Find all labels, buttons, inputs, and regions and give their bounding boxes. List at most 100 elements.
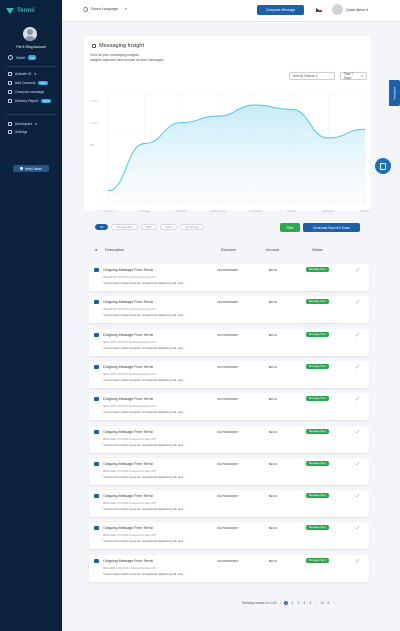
expand-icon[interactable]: ⤢ (356, 525, 359, 530)
pagination-summary: Showing results for 1-10 (242, 601, 277, 605)
prev-page-button[interactable]: ‹ (278, 601, 282, 605)
row-amount: ₦0.00 (269, 494, 278, 499)
sidebar-item-activate-id[interactable]: Activate ID ▾ (8, 72, 36, 76)
insight-title: Messaging Insight (92, 43, 144, 49)
status-badge: Message Sent (306, 331, 329, 337)
account-avatar[interactable] (23, 27, 37, 41)
flag-icon[interactable] (316, 8, 322, 12)
sort-select-label: Sort by Volume (293, 74, 315, 78)
row-title: Outgoing Message From Termii (103, 526, 154, 531)
sidebar-item-label: Delivery Report (15, 99, 39, 103)
sidebar-divider (6, 66, 56, 67)
contacts-icon (8, 81, 12, 85)
page-5[interactable]: 5 (308, 601, 312, 605)
code-icon (8, 122, 12, 126)
page-4[interactable]: 4 (302, 601, 306, 605)
row-amount: ₦0.00 (269, 461, 278, 466)
expand-icon[interactable]: ⤢ (356, 461, 359, 466)
tab-sms[interactable]: SMS (140, 224, 158, 230)
table-row[interactable]: Outgoing Message From Termii 08/11/2020 1… (89, 490, 369, 518)
filter-button[interactable]: Filter (280, 223, 300, 232)
new-badge: New (41, 99, 51, 103)
table-row[interactable]: Outgoing Message From Termii 08/11/2020 1… (89, 393, 369, 421)
tab-all[interactable]: All (95, 224, 109, 230)
row-amount: ₦0.00 (269, 429, 278, 434)
row-body: "Lorem ipsum dolor sit amet, consectetur… (103, 345, 186, 350)
row-meta: 08/11/2020 15:00:00 Channel Number API (103, 565, 156, 570)
sidebar: Termii Pet & Ring Account Wallet NA Acti… (0, 0, 62, 631)
select-all-radio[interactable]: ● (95, 248, 97, 252)
tab-whatsapp[interactable]: WhatsApp (180, 224, 205, 230)
row-meta: 08/11/2020 15:00:00 Channel Number API (103, 275, 156, 279)
table-row[interactable]: Outgoing Message From Termii 08/11/2020 1… (89, 296, 369, 324)
table-row[interactable]: Outgoing Message From Termii 08/11/2020 1… (89, 425, 369, 453)
expand-icon[interactable]: ⤢ (356, 267, 359, 272)
insight-chart: 2,000 1,000 500 Sunday Monday Tuesday Wednesd… (90, 93, 369, 213)
table-row[interactable]: Outgoing Message From Termii 08/11/2020 1… (89, 360, 369, 388)
sidebar-item-delivery-report[interactable]: Delivery Report New (8, 99, 51, 103)
quick-menu[interactable]: Quick Menu ▾ (346, 8, 368, 12)
chevron-down-icon[interactable]: ▾ (125, 7, 127, 11)
tab-number-api[interactable]: Number API (111, 224, 138, 230)
table-row[interactable]: Outgoing Message From Termii 08/11/2020 1… (89, 522, 369, 550)
next-page-button[interactable]: › (332, 601, 336, 605)
table-row[interactable]: Outgoing Message From Termii 08/11/2020 1… (89, 457, 369, 485)
download-excel-button[interactable]: Download Report in Excel (303, 223, 360, 232)
sidebar-item-label: Compose message (15, 90, 45, 94)
chat-button[interactable] (375, 158, 391, 174)
area-series-fill (108, 105, 365, 204)
row-receiver: 2347089000867 (217, 364, 239, 369)
row-receiver: 2347089000867 (217, 429, 239, 434)
row-title: Outgoing Message From Termii (103, 494, 154, 499)
expand-icon[interactable]: ⤢ (356, 396, 359, 401)
sidebar-item-add-contacts[interactable]: Add Contacts New (8, 81, 48, 85)
date-range-select[interactable]: Past 7 Days ▾ (340, 72, 367, 80)
sidebar-item-developers[interactable]: Developers ▾ (8, 122, 37, 126)
expand-icon[interactable]: ⤢ (356, 364, 359, 369)
compose-message-button[interactable]: Compose Message (257, 5, 304, 15)
page-3[interactable]: 3 (296, 601, 300, 605)
table-row[interactable]: Outgoing Message From Termii 08/11/2020 1… (89, 328, 369, 356)
wallet-icon (8, 55, 13, 60)
message-type-icon (94, 526, 99, 531)
x-tick-label: Thursday (249, 209, 262, 213)
message-type-icon (94, 300, 99, 305)
table-row[interactable]: Outgoing Message From Termii 08/11/2020 1… (89, 264, 369, 291)
x-tick-label: Saturday (322, 209, 335, 213)
y-tick-label: 1,000 (90, 121, 98, 125)
brand-logo[interactable]: Termii (6, 8, 35, 14)
message-type-icon (94, 397, 99, 402)
table-row[interactable]: Outgoing Message From Termii 08/11/2020 1… (89, 554, 369, 582)
sort-select[interactable]: Sort by Volume ▾ (289, 72, 335, 80)
page-6[interactable]: 6 (326, 601, 330, 605)
tab-voice[interactable]: Voice (160, 224, 178, 230)
chevron-down-icon: ▾ (35, 122, 37, 126)
x-tick-label: Sunday (360, 209, 369, 213)
row-receiver: 2347089000867 (217, 494, 239, 499)
page-2[interactable]: 2 (290, 601, 294, 605)
insight-subtitle-line: Insights captured here include all sent … (90, 58, 165, 62)
page-11[interactable]: 11 (320, 601, 324, 605)
row-meta: 08/11/2020 15:00:00 Channel Number API (103, 404, 156, 409)
wallet-toggle[interactable]: Wallet NA (8, 55, 37, 60)
language-select[interactable]: Select Language (91, 7, 118, 11)
expand-icon[interactable]: ⤢ (356, 332, 359, 337)
expand-icon[interactable]: ⤢ (356, 493, 359, 498)
sidebar-item-label: Developers (15, 122, 33, 126)
expand-icon[interactable]: ⤢ (356, 299, 359, 304)
user-avatar[interactable] (332, 4, 343, 15)
x-tick-label: Tuesday (176, 209, 188, 213)
expand-icon[interactable]: ⤢ (356, 558, 359, 563)
page-1[interactable]: 1 (284, 601, 289, 605)
status-badge: Message Sent (306, 493, 329, 499)
sidebar-item-compose-message[interactable]: Compose message (8, 90, 44, 94)
row-body: "Lorem ipsum dolor sit amet, consectetur… (103, 442, 186, 447)
feedback-tab[interactable]: Feedback (389, 80, 400, 106)
row-title: Outgoing Message From Termii (103, 558, 154, 563)
row-title: Outgoing Message From Termii (103, 300, 154, 305)
expand-icon[interactable]: ⤢ (356, 429, 359, 434)
row-receiver: 2347089000867 (217, 526, 239, 531)
sidebar-item-settings[interactable]: Settings (8, 130, 27, 134)
y-tick-label: 500 (90, 143, 95, 147)
help-center-button[interactable]: Help Center (13, 165, 49, 172)
